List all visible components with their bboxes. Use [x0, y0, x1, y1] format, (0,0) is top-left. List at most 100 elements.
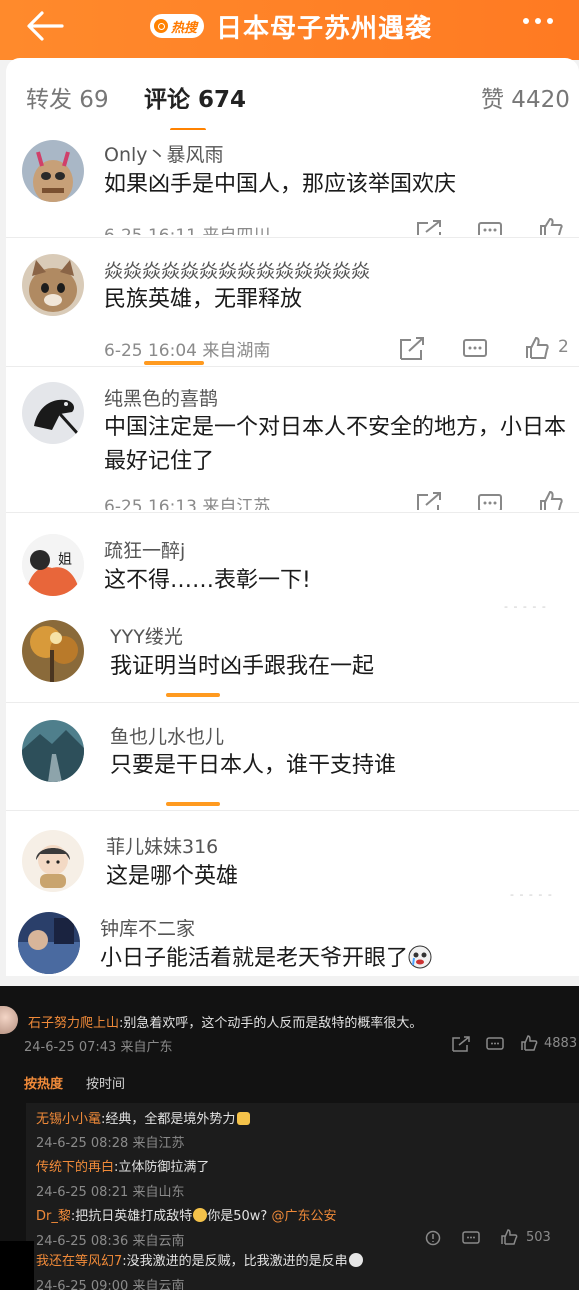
- sort-by-time-tab[interactable]: 按时间: [86, 1073, 125, 1092]
- comment-icon[interactable]: [477, 492, 503, 510]
- comment-text: 我证明当时凶手跟我在一起: [110, 654, 375, 679]
- share-icon[interactable]: [416, 220, 442, 235]
- avatar[interactable]: [0, 1006, 18, 1034]
- comment-text: 这不得……表彰一下!: [104, 568, 311, 593]
- comment-meta: 6-25 16:13 来自江苏: [104, 497, 271, 510]
- like-count: 503: [526, 1230, 551, 1245]
- comment-meta: 6-25 16:11 来自四川: [104, 221, 270, 235]
- title-group: 热搜 日本母子苏州遇袭: [150, 6, 432, 46]
- crying-face-icon: [348, 1253, 363, 1267]
- comment-icon[interactable]: [462, 1230, 480, 1246]
- like-icon[interactable]: [538, 490, 564, 510]
- divider: [6, 366, 579, 367]
- crying-face-icon: [408, 945, 432, 969]
- divider: [6, 810, 579, 811]
- username[interactable]: 传统下的再白: [36, 1160, 114, 1175]
- reply-meta: 24-6-25 08:21 来自山东: [36, 1185, 185, 1200]
- comment-text: 民族英雄，无罪释放: [104, 287, 303, 312]
- page-title: 日本母子苏州遇袭: [216, 13, 433, 44]
- like-icon[interactable]: [520, 1035, 538, 1051]
- tab-comments[interactable]: 评论 674: [144, 80, 246, 114]
- like-count: 4883: [544, 1036, 578, 1051]
- reply-text: :经典，全都是境外势力: [101, 1112, 236, 1127]
- username[interactable]: 纯黑色的喜鹊: [104, 384, 218, 411]
- like-icon[interactable]: [538, 218, 564, 235]
- highlight-bar: [166, 693, 220, 697]
- share-icon[interactable]: [399, 337, 425, 361]
- avatar[interactable]: [22, 620, 84, 682]
- username[interactable]: Only丶暴风雨: [104, 140, 224, 167]
- username[interactable]: 无锡小小鼋: [36, 1112, 101, 1127]
- username[interactable]: 石子努力爬上山: [28, 1016, 119, 1031]
- reply-meta: 24-6-25 08:28 来自江苏: [36, 1136, 185, 1151]
- username[interactable]: 焱焱焱焱焱焱焱焱焱焱焱焱焱焱: [104, 256, 370, 283]
- reply-text: :没我激进的是反贼，比我激进的是反串: [122, 1254, 348, 1269]
- like-icon[interactable]: [500, 1229, 518, 1245]
- username[interactable]: 菲儿妹妹316: [106, 832, 218, 859]
- avatar[interactable]: [22, 830, 84, 892]
- hot-search-badge[interactable]: 热搜: [150, 14, 205, 38]
- username[interactable]: 钟库不二家: [100, 914, 195, 941]
- watermark: - - - - -: [504, 600, 547, 613]
- hot-search-icon: [154, 19, 168, 33]
- tab-bar: 转发 69 评论 674 赞 4420: [6, 58, 579, 130]
- share-icon[interactable]: [452, 1036, 470, 1052]
- svg-text:姐: 姐: [58, 551, 72, 567]
- reply-text: :立体防御拉满了: [114, 1160, 210, 1175]
- avatar[interactable]: [22, 382, 84, 444]
- comment-text: 只要是干日本人，谁干支持谁: [110, 753, 397, 778]
- divider: [6, 512, 579, 513]
- reply-text-tail: 你是50w?: [207, 1209, 268, 1224]
- reply-item: Dr_黎:把抗日英雄打成敌特 你是50w? @广东公安: [36, 1205, 336, 1224]
- avatar[interactable]: [22, 720, 84, 782]
- comment-text: 这是哪个英雄: [106, 864, 239, 889]
- reply-item: 我还在等风幻7:没我激进的是反贼，比我激进的是反串: [36, 1250, 363, 1269]
- avatar[interactable]: [22, 140, 84, 202]
- share-icon[interactable]: [416, 492, 442, 510]
- watermark: - - - - -: [510, 888, 553, 901]
- thinking-face-icon: [193, 1208, 208, 1222]
- top-bar: 热搜 日本母子苏州遇袭: [0, 0, 579, 60]
- username[interactable]: 鱼也儿水也儿: [110, 722, 224, 749]
- back-arrow-icon[interactable]: [22, 6, 68, 46]
- avatar[interactable]: 姐: [22, 534, 84, 596]
- highlight-bar: [144, 361, 204, 365]
- embedded-screenshot: 石子努力爬上山:别急着欢呼，这个动手的人反而是敌特的概率很大。 24-6-25 …: [0, 986, 579, 1290]
- reply-item: 传统下的再白:立体防御拉满了: [36, 1156, 209, 1175]
- corner-overlay: [0, 1241, 34, 1290]
- tab-repost[interactable]: 转发 69: [26, 80, 109, 114]
- comment-text: 小日子能活着就是老天爷开眼了: [100, 942, 570, 976]
- comment-list[interactable]: Only丶暴风雨 如果凶手是中国人，那应该举国欢庆 6-25 16:11 来自四…: [6, 130, 579, 976]
- like-icon[interactable]: [524, 336, 550, 360]
- comment-icon[interactable]: [462, 337, 488, 361]
- mention-link[interactable]: @广东公安: [271, 1209, 336, 1224]
- divider: [6, 237, 579, 238]
- reply-item: 无锡小小鼋:经典，全都是境外势力: [36, 1108, 251, 1127]
- username[interactable]: 疏狂一醉j: [104, 536, 185, 563]
- username[interactable]: 我还在等风幻7: [36, 1254, 122, 1269]
- comment-icon[interactable]: [477, 220, 503, 235]
- divider: [6, 702, 579, 703]
- highlight-bar: [166, 802, 220, 806]
- tab-likes[interactable]: 赞 4420: [481, 80, 570, 114]
- comment-meta: 24-6-25 07:43 来自广东: [24, 1040, 173, 1055]
- comment-text: 如果凶手是中国人，那应该举国欢庆: [104, 172, 457, 197]
- reply-meta: 24-6-25 09:00 来自云南: [36, 1279, 185, 1290]
- more-dots-icon[interactable]: [523, 18, 553, 24]
- sort-by-hot-tab[interactable]: 按热度: [24, 1073, 63, 1092]
- avatar[interactable]: [18, 912, 80, 974]
- report-icon[interactable]: [424, 1230, 442, 1246]
- reply-text: :把抗日英雄打成敌特: [70, 1209, 193, 1224]
- comment-meta: 6-25 16:04 来自湖南: [104, 341, 271, 361]
- avatar[interactable]: [22, 254, 84, 316]
- top-comment: 石子努力爬上山:别急着欢呼，这个动手的人反而是敌特的概率很大。: [28, 1012, 422, 1031]
- username[interactable]: Dr_黎: [36, 1209, 71, 1224]
- comment-icon[interactable]: [486, 1036, 504, 1052]
- reply-list: 无锡小小鼋:经典，全都是境外势力 24-6-25 08:28 来自江苏 传统下的…: [26, 1103, 579, 1290]
- username[interactable]: YYY缕光: [110, 622, 183, 649]
- hot-search-label: 热搜: [171, 20, 198, 36]
- thumbs-up-icon: [237, 1112, 251, 1125]
- comment-text: :别急着欢呼，这个动手的人反而是敌特的概率很大。: [119, 1016, 423, 1031]
- comment-text: 中国注定是一个对日本人不安全的地方，小日本最好记住了: [104, 415, 567, 474]
- like-count: 2: [558, 337, 569, 357]
